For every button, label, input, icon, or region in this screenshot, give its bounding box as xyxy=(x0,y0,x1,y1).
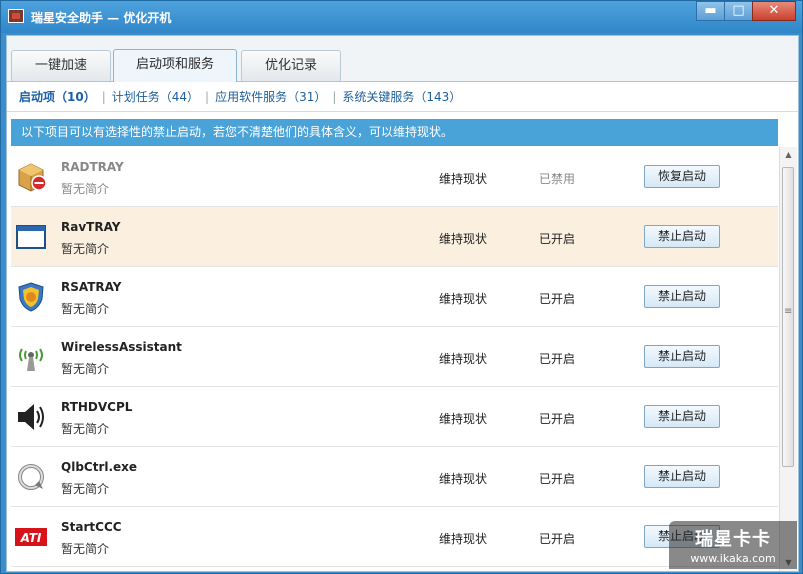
subnav-separator: | xyxy=(332,90,337,104)
item-name: RADTRAY xyxy=(61,160,124,174)
disable-startup-button[interactable]: 禁止启动 xyxy=(644,405,720,428)
item-recommendation: 维持现状 xyxy=(439,532,488,546)
subnav-scheduled-tasks[interactable]: 计划任务（44） xyxy=(112,90,199,104)
list-item[interactable]: ATI StartCCC 暂无简介 维持现状 已开启 禁止启动 xyxy=(11,507,778,567)
item-recommendation: 维持现状 xyxy=(439,472,488,486)
window-icon xyxy=(16,225,46,249)
list-item[interactable]: QlbCtrl.exe 暂无简介 维持现状 已开启 禁止启动 xyxy=(11,447,778,507)
item-recommendation: 维持现状 xyxy=(439,412,488,426)
minimize-button[interactable]: ▬ xyxy=(696,1,725,21)
item-name: QlbCtrl.exe xyxy=(61,460,138,474)
maximize-button[interactable]: □ xyxy=(724,1,753,21)
item-recommendation: 维持现状 xyxy=(439,352,488,366)
item-status: 已开启 xyxy=(539,412,576,426)
scroll-thumb[interactable] xyxy=(782,167,794,467)
title-bar[interactable]: 瑞星安全助手 — 优化开机 ▬ □ ✕ xyxy=(1,1,802,33)
window-title: 瑞星安全助手 — 优化开机 xyxy=(31,11,172,25)
item-status: 已开启 xyxy=(539,532,576,546)
subnav-separator: | xyxy=(205,90,210,104)
item-name: RTHDVCPL xyxy=(61,400,133,414)
item-name: WirelessAssistant xyxy=(61,340,182,354)
item-recommendation: 维持现状 xyxy=(439,232,488,246)
svg-text:ATI: ATI xyxy=(20,531,42,545)
list-item[interactable]: WirelessAssistant 暂无简介 维持现状 已开启 禁止启动 xyxy=(11,327,778,387)
item-status: 已开启 xyxy=(539,352,576,366)
item-status: 已开启 xyxy=(539,232,576,246)
tab-optimization-history[interactable]: 优化记录 xyxy=(241,50,341,81)
item-name: StartCCC xyxy=(61,520,122,534)
disable-startup-button[interactable]: 禁止启动 xyxy=(644,225,720,248)
item-description: 暂无简介 xyxy=(61,242,110,256)
item-description: 暂无简介 xyxy=(61,482,110,496)
tab-one-click-speedup[interactable]: 一键加速 xyxy=(11,50,111,81)
watermark-url: www.ikaka.com xyxy=(690,552,776,565)
item-name: RavTRAY xyxy=(61,220,121,234)
site-watermark: 瑞星卡卡 www.ikaka.com xyxy=(669,521,797,569)
item-description: 暂无简介 xyxy=(61,542,110,556)
item-description: 暂无简介 xyxy=(61,182,110,196)
speaker-icon xyxy=(18,404,44,430)
subnav-app-services[interactable]: 应用软件服务（31） xyxy=(215,90,326,104)
startup-list: RADTRAY 暂无简介 维持现状 已禁用 恢复启动 RavTRAY 暂无简介 … xyxy=(11,147,778,571)
tab-bar: 一键加速 启动项和服务 优化记录 xyxy=(7,36,798,82)
refresh-icon xyxy=(18,464,44,490)
restore-startup-button[interactable]: 恢复启动 xyxy=(644,165,720,188)
sub-navigation: 启动项（10） | 计划任务（44） | 应用软件服务（31） | 系统关键服务（143） xyxy=(7,82,798,112)
ati-logo-icon: ATI xyxy=(15,528,47,546)
wireless-icon xyxy=(19,348,43,371)
tab-startup-and-services[interactable]: 启动项和服务 xyxy=(113,49,237,82)
list-item[interactable]: RTHDVCPL 暂无简介 维持现状 已开启 禁止启动 xyxy=(11,387,778,447)
disable-startup-button[interactable]: 禁止启动 xyxy=(644,465,720,488)
app-window: 瑞星安全助手 — 优化开机 ▬ □ ✕ 一键加速 启动项和服务 优化记录 启动项… xyxy=(0,0,803,574)
item-recommendation: 维持现状 xyxy=(439,292,488,306)
item-recommendation: 维持现状 xyxy=(439,172,488,186)
item-description: 暂无简介 xyxy=(61,362,110,376)
app-logo-icon xyxy=(8,9,24,23)
item-description: 暂无简介 xyxy=(61,422,110,436)
item-status: 已开启 xyxy=(539,292,576,306)
window-controls: ▬ □ ✕ xyxy=(696,1,796,21)
close-button[interactable]: ✕ xyxy=(752,1,796,21)
list-item[interactable]: RADTRAY 暂无简介 维持现状 已禁用 恢复启动 xyxy=(11,147,778,207)
item-description: 暂无简介 xyxy=(61,302,110,316)
subnav-startup-items[interactable]: 启动项（10） xyxy=(19,90,96,104)
subnav-system-services[interactable]: 系统关键服务（143） xyxy=(342,90,461,104)
vertical-scrollbar[interactable]: ▲ ▼ xyxy=(779,147,797,571)
notice-banner: 以下项目可以有选择性的禁止启动，若您不清楚他们的具体含义，可以维持现状。 xyxy=(11,119,778,146)
main-panel: 一键加速 启动项和服务 优化记录 启动项（10） | 计划任务（44） | 应用软件服务… xyxy=(6,35,799,572)
list-item[interactable]: RavTRAY 暂无简介 维持现状 已开启 禁止启动 xyxy=(11,207,778,267)
scroll-up-arrow-icon[interactable]: ▲ xyxy=(780,147,797,163)
subnav-separator: | xyxy=(101,90,106,104)
item-status: 已开启 xyxy=(539,472,576,486)
box-blocked-icon xyxy=(18,163,47,192)
shield-icon xyxy=(18,282,44,312)
item-status: 已禁用 xyxy=(539,172,576,186)
watermark-brand: 瑞星卡卡 xyxy=(695,529,771,550)
disable-startup-button[interactable]: 禁止启动 xyxy=(644,345,720,368)
item-name: RSATRAY xyxy=(61,280,122,294)
list-item[interactable]: RSATRAY 暂无简介 维持现状 已开启 禁止启动 xyxy=(11,267,778,327)
disable-startup-button[interactable]: 禁止启动 xyxy=(644,285,720,308)
